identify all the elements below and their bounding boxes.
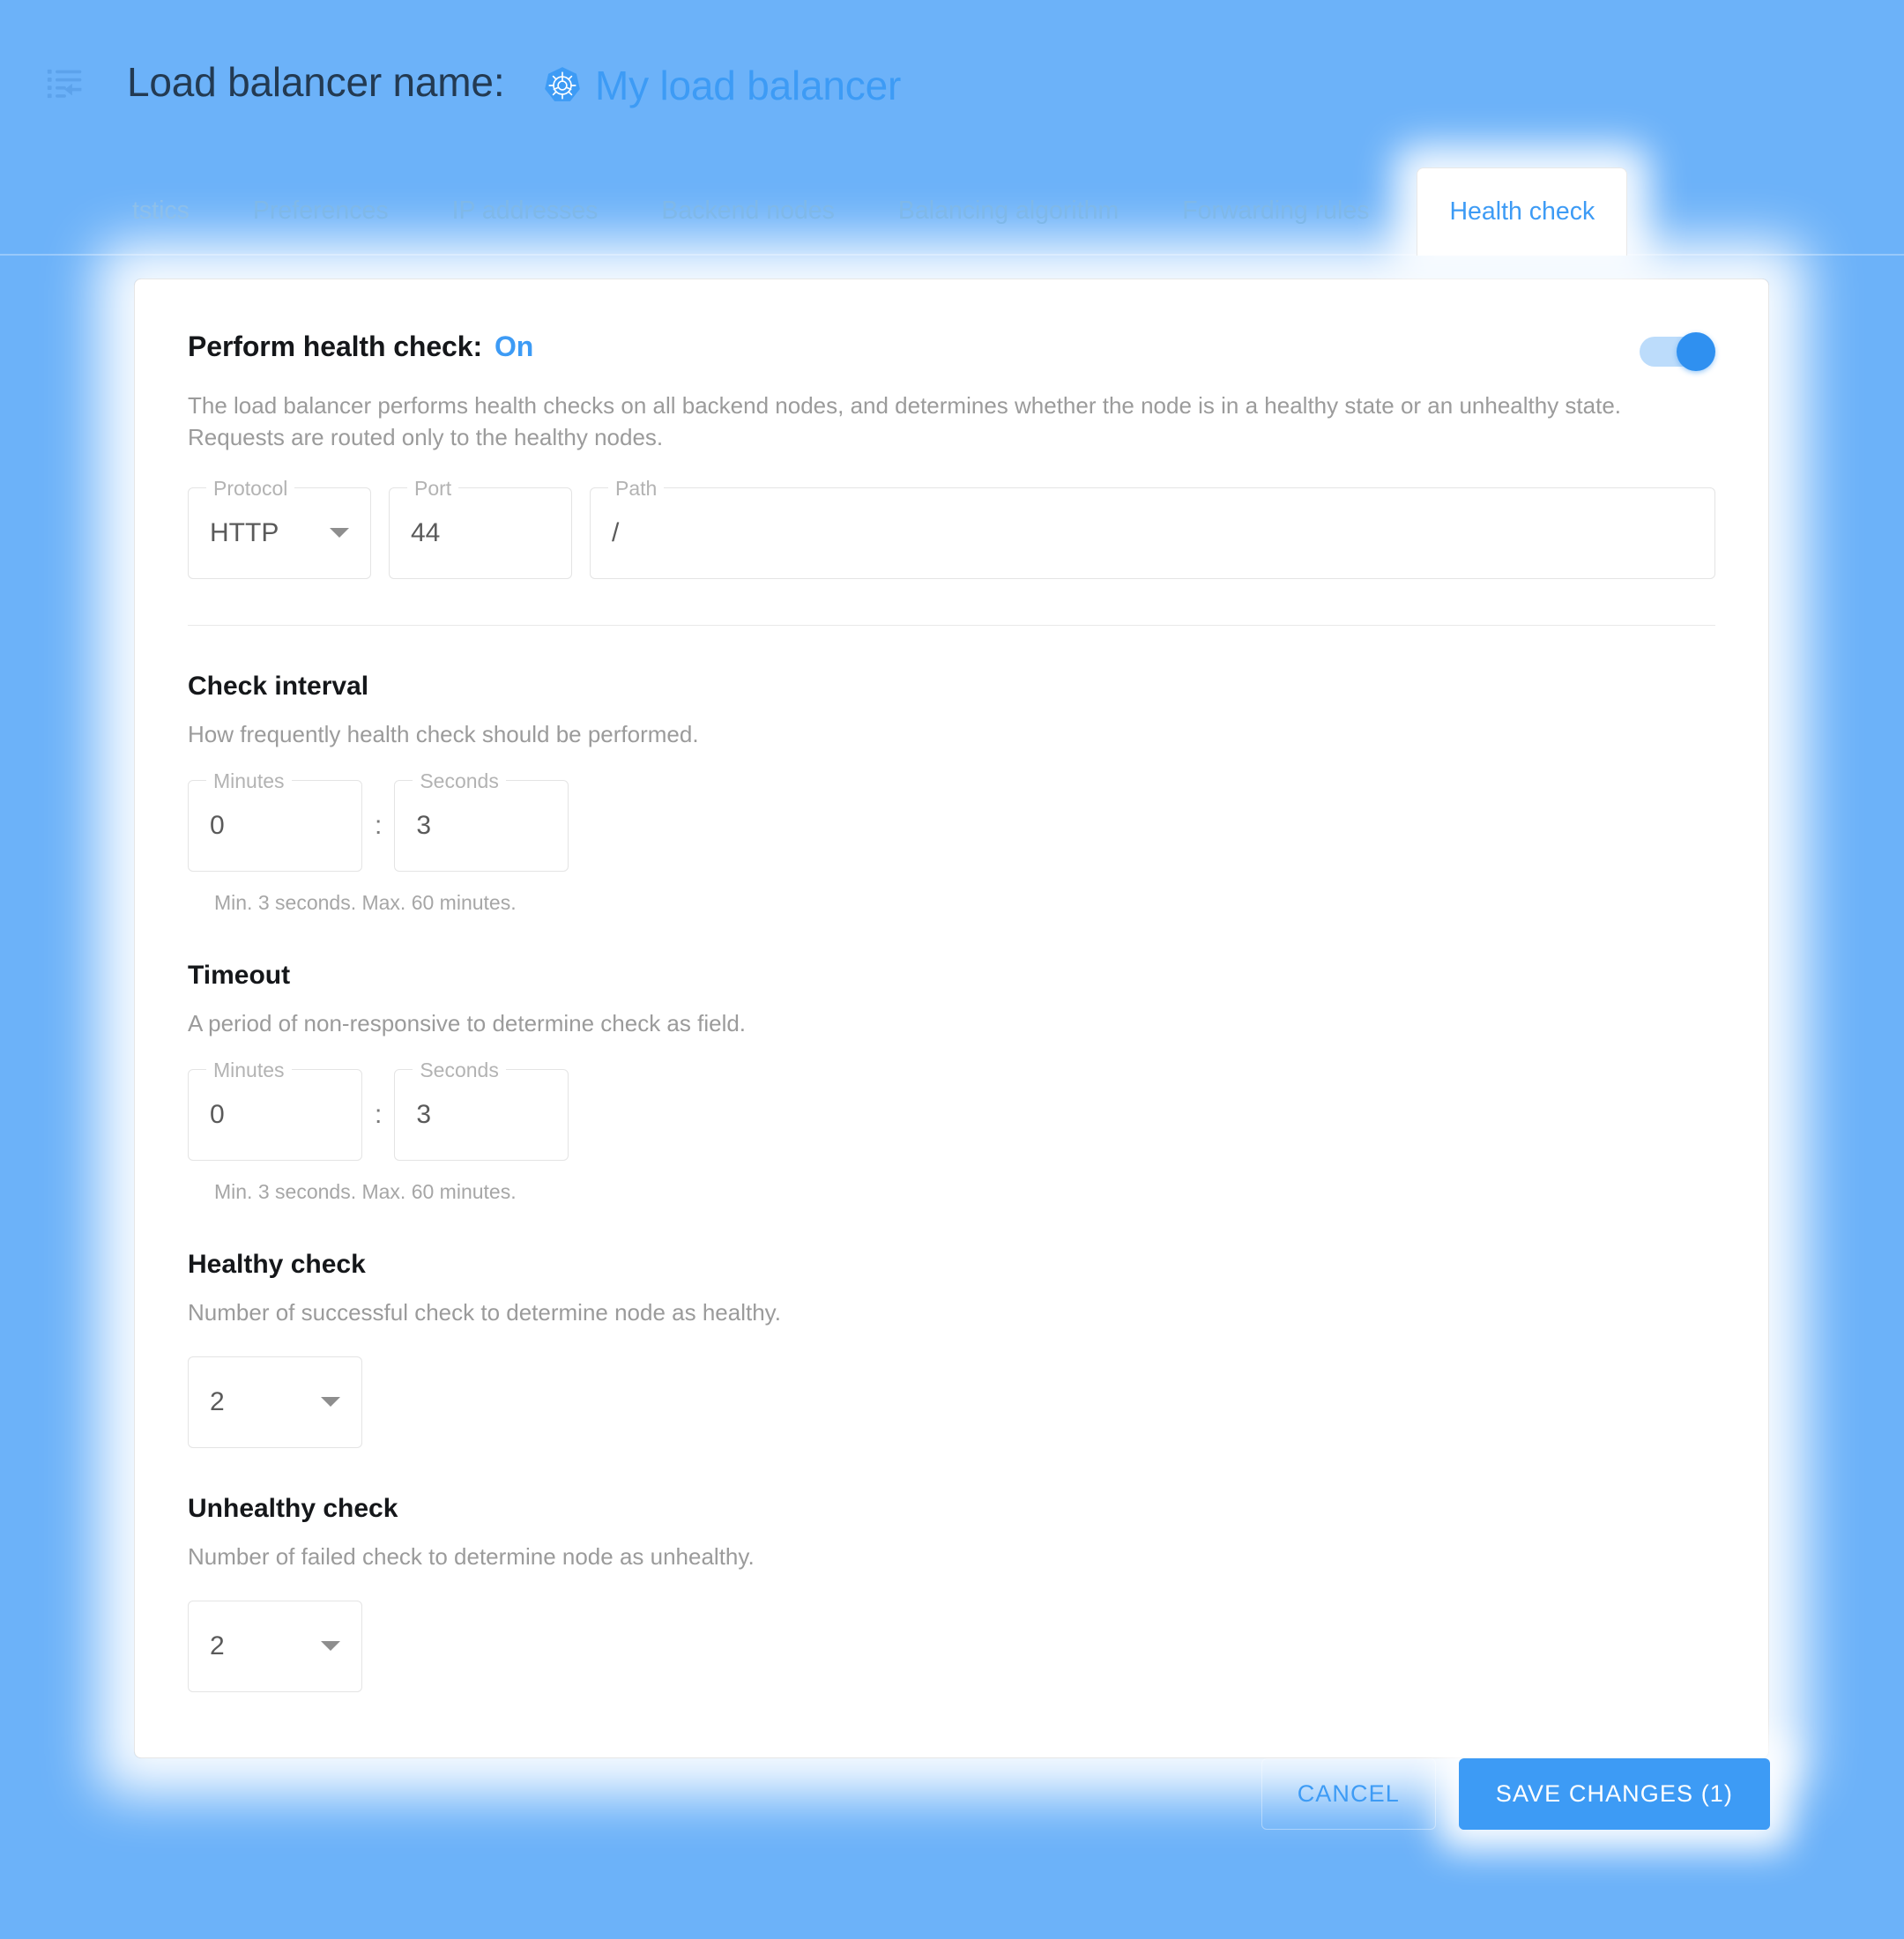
timeout-separator: : — [375, 1099, 383, 1129]
list-collapse-icon[interactable] — [46, 64, 85, 103]
tab-backend-nodes[interactable]: Backend nodes — [629, 167, 866, 226]
protocol-value: HTTP — [210, 517, 279, 547]
timeout-description: A period of non-responsive to determine … — [188, 1009, 747, 1036]
timeout-hint: Min. 3 seconds. Max. 60 minutes. — [214, 1179, 517, 1203]
kubernetes-icon — [542, 65, 583, 106]
tab-bar: tstics Preferences IP addresses Backend … — [0, 167, 1904, 256]
unhealthy-check-value: 2 — [210, 1631, 225, 1660]
timeout-seconds-value: 3 — [416, 1099, 432, 1129]
check-interval-seconds-input[interactable]: Seconds 3 — [394, 768, 569, 872]
save-button-wrapper: SAVE CHANGES (1) — [1458, 1758, 1770, 1830]
timeout-minutes-input[interactable]: Minutes 0 — [188, 1057, 362, 1161]
chevron-down-icon — [321, 1641, 340, 1652]
port-label: Port — [407, 475, 459, 501]
port-value: 44 — [411, 517, 441, 547]
timeout-section: Timeout A period of non-responsive to de… — [188, 961, 1715, 1204]
perform-health-check-description: The load balancer performs health checks… — [188, 392, 1622, 450]
unhealthy-check-select[interactable]: 2 — [188, 1600, 362, 1692]
path-value: / — [612, 517, 620, 547]
toggle-knob — [1677, 332, 1715, 371]
perform-health-check-title: Perform health check: On — [188, 331, 533, 363]
unhealthy-check-description: Number of failed check to determine node… — [188, 1542, 755, 1570]
path-label: Path — [608, 475, 665, 501]
check-interval-time-row: Minutes 0 : Seconds 3 — [188, 768, 1715, 872]
perform-health-check-toggle[interactable] — [1640, 332, 1715, 371]
check-interval-minutes-label: Minutes — [206, 768, 292, 793]
check-interval-title: Check interval — [188, 671, 369, 701]
footer-actions: CANCEL SAVE CHANGES (1) — [0, 1758, 1904, 1830]
path-input[interactable]: Path / — [590, 475, 1715, 579]
healthy-check-value: 2 — [210, 1386, 225, 1416]
chevron-down-icon — [321, 1397, 340, 1408]
check-interval-minutes-value: 0 — [210, 810, 225, 840]
health-check-card: Perform health check: On The load balance… — [134, 279, 1769, 1758]
healthy-check-description: Number of successful check to determine … — [188, 1298, 781, 1326]
section-divider — [188, 624, 1715, 626]
perform-health-check-state: On — [495, 331, 534, 362]
perform-health-check-row: Perform health check: On — [188, 331, 1715, 371]
check-interval-description: How frequently health check should be pe… — [188, 720, 699, 747]
timeout-minutes-label: Minutes — [206, 1057, 292, 1082]
tab-preferences[interactable]: Preferences — [221, 167, 420, 226]
check-interval-minutes-input[interactable]: Minutes 0 — [188, 768, 362, 872]
tab-balancing-algorithm[interactable]: Balancing algorithm — [866, 167, 1150, 226]
healthy-check-select[interactable]: 2 — [188, 1356, 362, 1448]
tab-statistics[interactable]: tstics — [132, 167, 221, 226]
timeout-seconds-label: Seconds — [413, 1057, 506, 1082]
tab-ip-addresses[interactable]: IP addresses — [420, 167, 630, 226]
page-title: Load balancer name: My load balancer — [127, 58, 901, 109]
load-balancer-name[interactable]: My load balancer — [595, 62, 901, 109]
check-interval-section: Check interval How frequently health che… — [188, 672, 1715, 915]
check-interval-seconds-label: Seconds — [413, 768, 506, 793]
page-title-label: Load balancer name: — [127, 59, 505, 106]
load-balancer-link[interactable]: My load balancer — [542, 62, 901, 109]
page-header: Load balancer name: My load balancer — [0, 0, 1904, 167]
check-interval-seconds-value: 3 — [416, 810, 432, 840]
chevron-down-icon — [330, 528, 349, 539]
check-interval-hint: Min. 3 seconds. Max. 60 minutes. — [214, 890, 517, 914]
healthy-check-section: Healthy check Number of successful check… — [188, 1250, 1715, 1448]
protocol-label: Protocol — [206, 475, 295, 501]
port-input[interactable]: Port 44 — [389, 475, 572, 579]
perform-health-check-label: Perform health check: — [188, 331, 483, 362]
tab-health-check[interactable]: Health check — [1417, 167, 1628, 256]
endpoint-fields-row: Protocol HTTP Port 44 Path / — [188, 475, 1715, 579]
cancel-button[interactable]: CANCEL — [1261, 1758, 1436, 1830]
timeout-title: Timeout — [188, 960, 291, 990]
timeout-seconds-input[interactable]: Seconds 3 — [394, 1057, 569, 1161]
tab-forwarding-rules[interactable]: Forwarding rules — [1150, 167, 1401, 226]
check-interval-separator: : — [375, 810, 383, 840]
timeout-time-row: Minutes 0 : Seconds 3 — [188, 1057, 1715, 1161]
protocol-select[interactable]: Protocol HTTP — [188, 475, 371, 579]
save-changes-button[interactable]: SAVE CHANGES (1) — [1458, 1758, 1770, 1830]
unhealthy-check-title: Unhealthy check — [188, 1493, 398, 1523]
timeout-minutes-value: 0 — [210, 1099, 225, 1129]
healthy-check-title: Healthy check — [188, 1249, 366, 1279]
unhealthy-check-section: Unhealthy check Number of failed check t… — [188, 1494, 1715, 1692]
